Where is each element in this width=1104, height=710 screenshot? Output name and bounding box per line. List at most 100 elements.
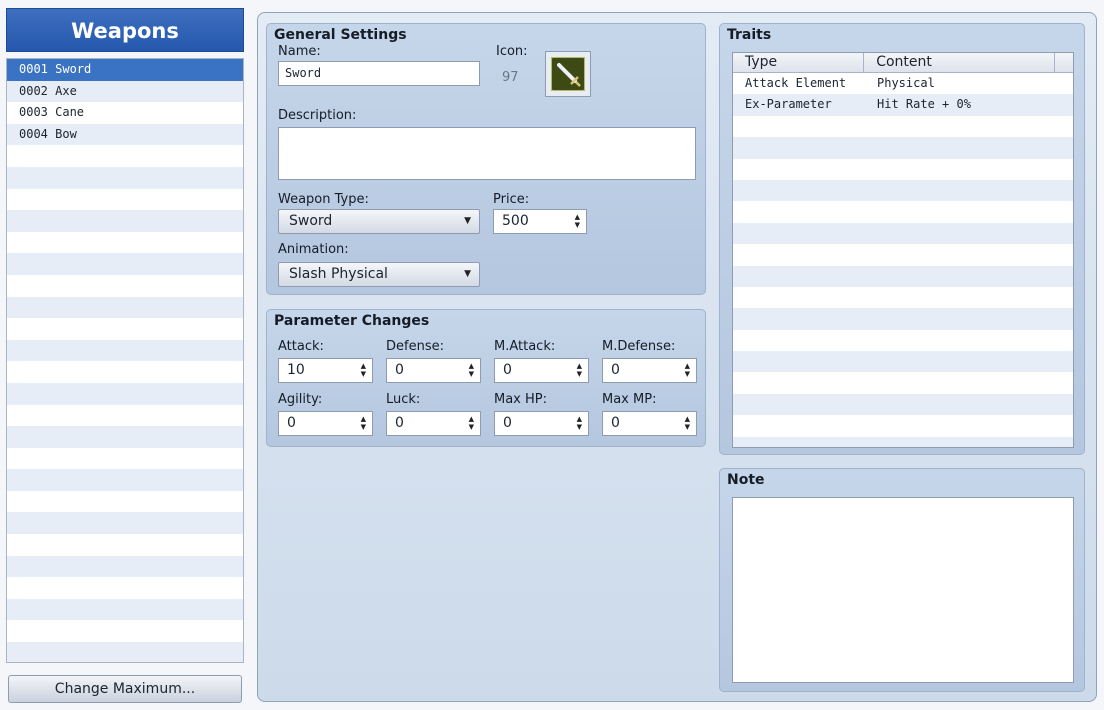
empty-list-row[interactable] — [7, 189, 243, 211]
trait-type-cell: Attack Element — [745, 76, 847, 90]
stepper-arrows-icon[interactable]: ▲ ▼ — [685, 415, 690, 431]
list-item[interactable]: 0004 Bow — [7, 123, 243, 146]
empty-table-row[interactable] — [733, 158, 1073, 180]
table-row[interactable]: Attack Element Physical — [733, 73, 1073, 95]
empty-list-row[interactable] — [7, 145, 243, 167]
empty-table-row[interactable] — [733, 137, 1073, 159]
empty-list-row[interactable] — [7, 253, 243, 275]
note-panel: Note — [719, 468, 1085, 692]
price-label: Price: — [493, 192, 530, 207]
empty-table-row[interactable] — [733, 179, 1073, 202]
empty-list-row[interactable] — [7, 166, 243, 189]
empty-table-row[interactable] — [733, 372, 1073, 394]
weapon-list[interactable]: 0001 Sword 0002 Axe 0003 Cane 0004 Bow — [6, 58, 244, 663]
description-field[interactable] — [278, 127, 696, 180]
empty-list-row[interactable] — [7, 318, 243, 340]
animation-value: Slash Physical — [289, 266, 388, 282]
icon-index: 97 — [502, 70, 519, 85]
agility-stepper[interactable]: 0 ▲ ▼ — [278, 411, 373, 436]
animation-label: Animation: — [278, 242, 349, 257]
stepper-arrows-icon[interactable]: ▲ ▼ — [361, 415, 366, 431]
empty-list-row[interactable] — [7, 512, 243, 535]
max-mp-stepper[interactable]: 0 ▲ ▼ — [602, 411, 697, 436]
empty-list-row[interactable] — [7, 232, 243, 254]
m-attack-stepper[interactable]: 0 ▲ ▼ — [494, 358, 589, 383]
empty-list-row[interactable] — [7, 448, 243, 470]
traits-table[interactable]: Type Content Attack Element Physical Ex-… — [732, 52, 1074, 448]
list-item[interactable]: 0001 Sword — [7, 59, 243, 81]
empty-list-row[interactable] — [7, 620, 243, 642]
luck-label: Luck: — [386, 392, 421, 407]
empty-table-row[interactable] — [733, 308, 1073, 330]
price-value: 500 — [502, 213, 529, 229]
empty-table-row[interactable] — [733, 244, 1073, 266]
table-header: Type Content — [733, 53, 1073, 73]
empty-list-row[interactable] — [7, 361, 243, 383]
empty-table-row[interactable] — [733, 393, 1073, 416]
sword-icon[interactable] — [545, 51, 591, 97]
empty-table-row[interactable] — [733, 286, 1073, 309]
empty-list-row[interactable] — [7, 491, 243, 513]
column-header-type[interactable]: Type — [733, 53, 865, 72]
weapon-type-select[interactable]: Sword ▼ — [278, 209, 480, 234]
empty-list-row[interactable] — [7, 642, 243, 662]
stepper-arrows-icon[interactable]: ▲ ▼ — [577, 415, 582, 431]
column-header-spacer — [1055, 53, 1073, 72]
empty-table-row[interactable] — [733, 415, 1073, 437]
empty-list-row[interactable] — [7, 210, 243, 232]
empty-table-row[interactable] — [733, 222, 1073, 245]
luck-stepper[interactable]: 0 ▲ ▼ — [386, 411, 481, 436]
empty-list-row[interactable] — [7, 296, 243, 319]
animation-select[interactable]: Slash Physical ▼ — [278, 262, 480, 287]
m-defense-stepper[interactable]: 0 ▲ ▼ — [602, 358, 697, 383]
chevron-down-icon: ▼ — [464, 269, 471, 279]
column-header-content[interactable]: Content — [864, 53, 1056, 72]
stepper-arrows-icon[interactable]: ▲ ▼ — [469, 362, 474, 378]
note-textarea[interactable] — [732, 497, 1074, 683]
empty-list-row[interactable] — [7, 339, 243, 362]
empty-table-row[interactable] — [733, 265, 1073, 287]
panel-title: Traits — [727, 27, 772, 43]
attack-stepper[interactable]: 10 ▲ ▼ — [278, 358, 373, 383]
stepper-arrows-icon[interactable]: ▲ ▼ — [361, 362, 366, 378]
stepper-arrows-icon[interactable]: ▲ ▼ — [685, 362, 690, 378]
change-maximum-button[interactable]: Change Maximum... — [8, 675, 242, 703]
empty-table-row[interactable] — [733, 201, 1073, 223]
name-field[interactable]: Sword — [278, 61, 480, 86]
icon-label: Icon: — [496, 44, 528, 59]
stepper-arrows-icon[interactable]: ▲ ▼ — [469, 415, 474, 431]
attack-value: 10 — [287, 362, 305, 378]
max-hp-stepper[interactable]: 0 ▲ ▼ — [494, 411, 589, 436]
table-row[interactable]: Ex-Parameter Hit Rate + 0% — [733, 94, 1073, 116]
empty-list-row[interactable] — [7, 426, 243, 448]
weapon-type-value: Sword — [289, 213, 333, 229]
trait-type-cell: Ex-Parameter — [745, 97, 832, 112]
m-attack-value: 0 — [503, 362, 512, 378]
empty-list-row[interactable] — [7, 275, 243, 297]
empty-list-row[interactable] — [7, 405, 243, 427]
m-attack-label: M.Attack: — [494, 339, 556, 354]
stepper-arrows-icon[interactable]: ▲ ▼ — [575, 213, 580, 229]
trait-content-cell: Physical — [877, 76, 935, 90]
parameter-changes-panel: Parameter Changes Attack: 10 ▲ ▼ Defense:… — [266, 309, 706, 447]
price-stepper[interactable]: 500 ▲ ▼ — [493, 209, 587, 234]
empty-list-row[interactable] — [7, 382, 243, 405]
empty-list-row[interactable] — [7, 534, 243, 556]
empty-list-row[interactable] — [7, 598, 243, 621]
max-hp-value: 0 — [503, 415, 512, 431]
stepper-arrows-icon[interactable]: ▲ ▼ — [577, 362, 582, 378]
empty-list-row[interactable] — [7, 469, 243, 491]
list-item[interactable]: 0002 Axe — [7, 80, 243, 103]
agility-value: 0 — [287, 415, 296, 431]
empty-list-row[interactable] — [7, 555, 243, 578]
empty-table-row[interactable] — [733, 351, 1073, 373]
defense-stepper[interactable]: 0 ▲ ▼ — [386, 358, 481, 383]
attack-label: Attack: — [278, 339, 324, 354]
empty-table-row[interactable] — [733, 115, 1073, 138]
luck-value: 0 — [395, 415, 404, 431]
empty-table-row[interactable] — [733, 329, 1073, 352]
empty-list-row[interactable] — [7, 577, 243, 599]
defense-label: Defense: — [386, 339, 444, 354]
list-item[interactable]: 0003 Cane — [7, 102, 243, 124]
empty-table-row[interactable] — [733, 436, 1073, 447]
